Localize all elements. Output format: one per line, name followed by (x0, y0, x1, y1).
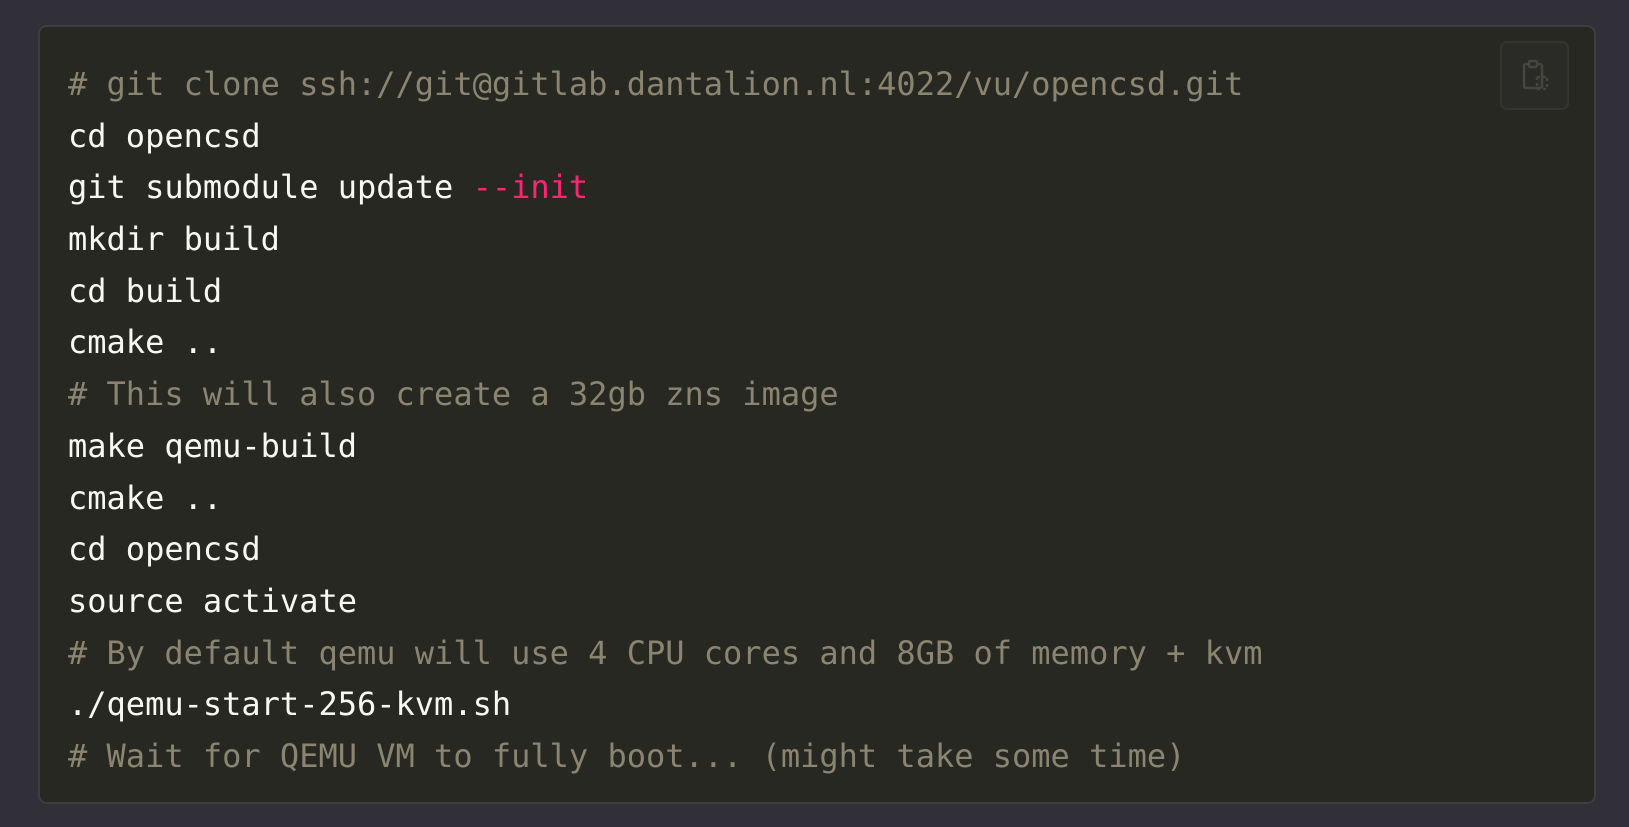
code-line: mkdir build (68, 220, 280, 259)
copy-code-button[interactable] (1500, 41, 1569, 110)
code-line: source activate (68, 581, 357, 620)
code-line: cmake .. (68, 323, 223, 362)
code-content[interactable]: # git clone ssh://git@gitlab.dantalion.n… (68, 59, 1262, 783)
code-line-comment: # By default qemu will use 4 CPU cores a… (68, 633, 1263, 672)
code-block: # git clone ssh://git@gitlab.dantalion.n… (38, 25, 1596, 804)
code-line-comment: # git clone ssh://git@gitlab.dantalion.n… (68, 65, 1244, 103)
code-line-comment: # Wait for QEMU VM to fully boot... (mig… (68, 736, 1186, 775)
code-command-text: git submodule update (68, 168, 473, 207)
code-line: git submodule update --init (68, 162, 1262, 214)
code-line-comment: # This will also create a 32gb zns image (68, 375, 839, 414)
code-line: cd opencsd (68, 530, 261, 569)
code-line: make qemu-build (68, 426, 357, 465)
code-line: cd opencsd (68, 116, 261, 155)
code-line: cd build (68, 271, 223, 310)
clipboard-copy-icon (1522, 59, 1548, 90)
code-flag-token: --init (472, 168, 589, 207)
code-line: ./qemu-start-256-kvm.sh (68, 685, 512, 724)
code-line: cmake .. (68, 478, 223, 517)
